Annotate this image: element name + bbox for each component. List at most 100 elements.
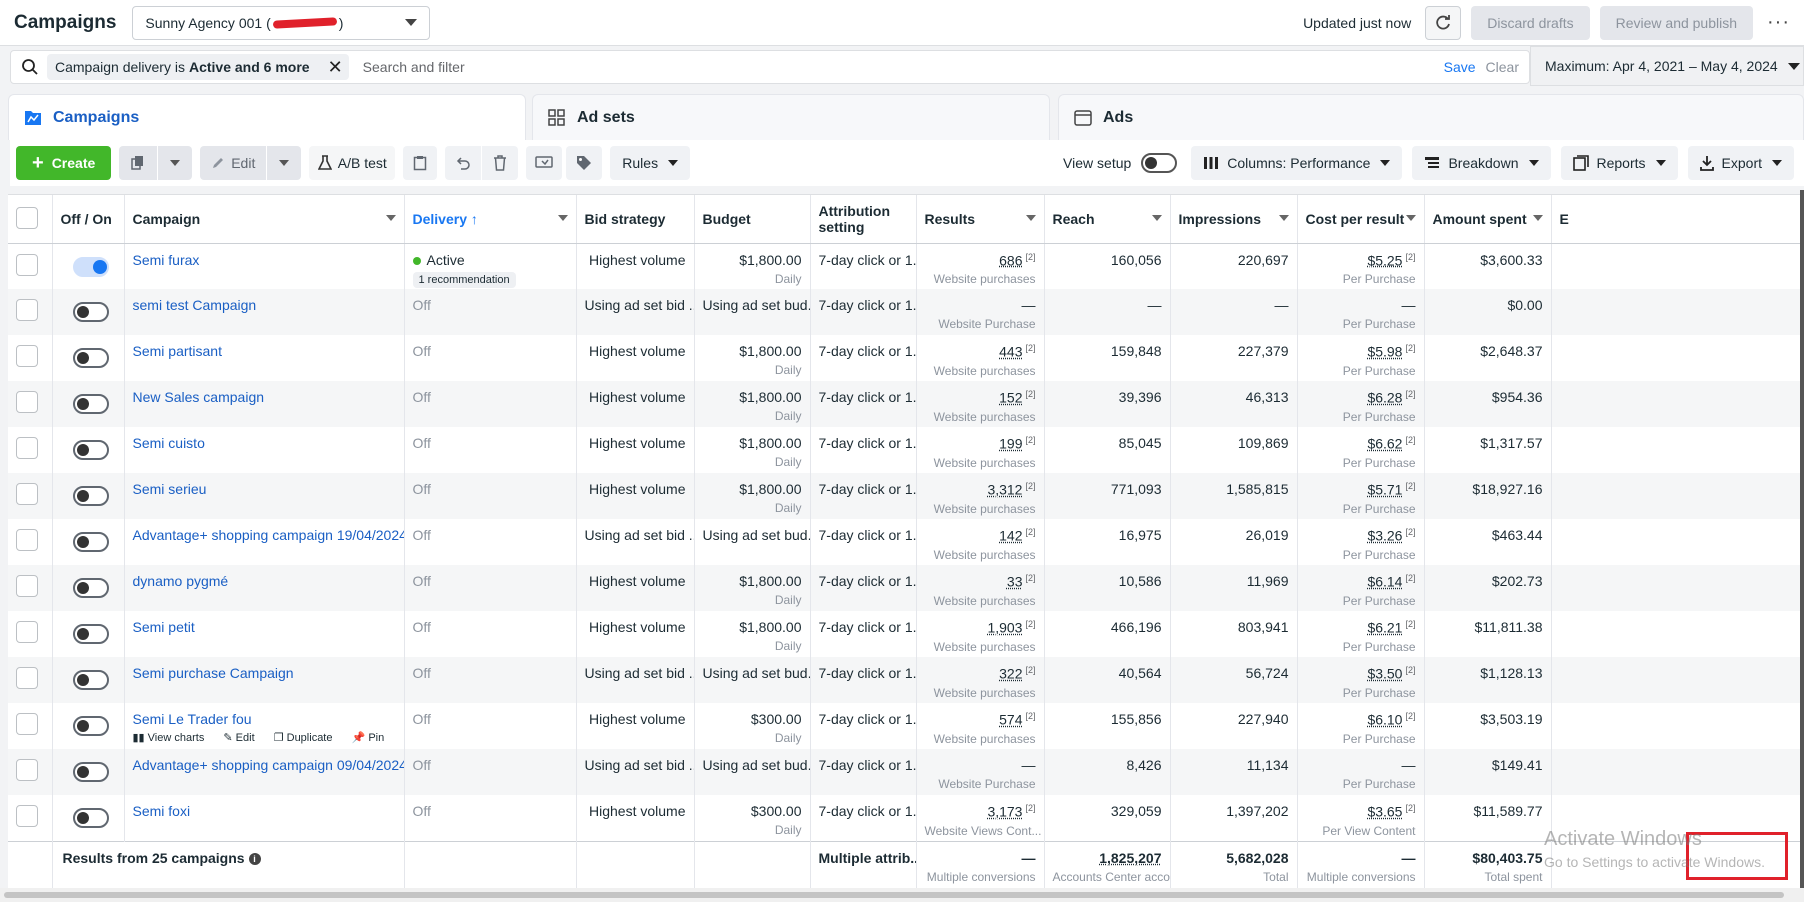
campaign-name-link[interactable]: Semi foxi [133,803,191,819]
duplicate-button[interactable] [119,146,158,180]
campaign-name-link[interactable]: Semi serieu [133,481,207,497]
column-header-cost-per-result[interactable]: Cost per result [1297,195,1425,244]
column-header-amount-spent[interactable]: Amount spent [1424,195,1552,244]
budget-cell[interactable]: $300.00 Daily [694,795,811,841]
search-input[interactable]: Search and filter [363,59,1444,75]
campaign-toggle[interactable] [72,716,109,736]
table-row[interactable]: Semi partisant Off Highest volume $1,800… [8,335,1804,381]
table-row[interactable]: Advantage+ shopping campaign 09/04/2024 … [8,749,1804,795]
row-checkbox[interactable] [16,299,38,321]
edit-button[interactable]: Edit [200,146,267,180]
budget-cell[interactable]: Using ad set bud... [694,519,811,565]
table-row[interactable]: Semi Le Trader fou ▮▮ View charts ✎ Edit… [8,703,1804,749]
delete-button[interactable] [482,146,519,180]
campaign-name-link[interactable]: New Sales campaign [133,389,265,405]
budget-cell[interactable]: $1,800.00 Daily [694,565,811,611]
campaign-toggle[interactable] [72,808,109,828]
budget-cell[interactable]: $1,800.00 Daily [694,427,811,473]
campaign-name-link[interactable]: Semi purchase Campaign [133,665,294,681]
campaign-name-link[interactable]: Advantage+ shopping campaign 19/04/2024 … [133,527,404,543]
review-publish-button[interactable]: Review and publish [1599,5,1754,40]
row-checkbox[interactable] [16,713,38,735]
campaign-toggle[interactable] [72,578,109,598]
pin-action[interactable]: 📌 Pin [352,732,393,744]
refresh-button[interactable] [1425,5,1462,40]
campaign-name-link[interactable]: Semi partisant [133,343,222,359]
ab-test-button[interactable]: A/B test [309,146,396,180]
campaign-name-link[interactable]: dynamo pygmé [133,573,229,589]
column-header-results[interactable]: Results [916,195,1045,244]
budget-cell[interactable]: $1,800.00 Daily [694,611,811,657]
tab-adsets[interactable]: Ad sets [532,94,1050,140]
budget-cell[interactable]: $1,800.00 Daily [694,335,811,381]
campaign-toggle[interactable] [72,348,109,368]
filter-chip[interactable]: Campaign delivery is Active and 6 more ✕ [47,54,349,80]
recommendation-badge[interactable]: 1 recommendation [412,271,516,288]
rules-dropdown[interactable]: Rules [610,146,691,180]
table-row[interactable]: semi test Campaign Off Using ad set bid … [8,289,1804,335]
reports-dropdown[interactable]: Reports [1560,146,1678,180]
row-checkbox[interactable] [16,253,38,276]
horizontal-scrollbar[interactable] [0,888,1804,902]
campaign-toggle[interactable] [72,440,109,460]
edit-action[interactable]: ✎ Edit [223,732,262,744]
column-header-offon[interactable]: Off / On [52,195,125,244]
row-checkbox[interactable] [16,529,38,551]
budget-cell[interactable]: $1,800.00 Daily [694,243,811,289]
column-header-bid-strategy[interactable]: Bid strategy [576,195,695,244]
campaign-toggle[interactable] [72,670,109,690]
duplicate-action[interactable]: ❐ Duplicate [274,732,341,744]
column-header-attribution[interactable]: Attribution setting [810,195,917,244]
column-header-extra[interactable]: E [1551,195,1804,244]
campaign-name-link[interactable]: Semi furax [133,252,200,268]
budget-cell[interactable]: $1,800.00 Daily [694,381,811,427]
campaign-name-link[interactable]: semi test Campaign [133,297,257,313]
campaign-toggle[interactable] [72,624,109,644]
clipboard-button[interactable] [403,146,438,180]
row-checkbox[interactable] [16,345,38,367]
campaign-name-link[interactable]: Semi cuisto [133,435,205,451]
undo-button[interactable] [445,146,482,180]
date-range-picker[interactable]: Maximum: Apr 4, 2021 – May 4, 2024 [1530,46,1804,86]
campaign-name-link[interactable]: Semi Le Trader fou [133,711,252,727]
row-checkbox[interactable] [16,437,38,459]
row-checkbox[interactable] [16,575,38,597]
budget-cell[interactable]: Using ad set bud... [694,289,811,335]
vertical-scrollbar[interactable] [1800,190,1804,890]
create-button[interactable]: + Create [16,146,112,180]
row-checkbox[interactable] [16,483,38,505]
tab-campaigns[interactable]: Campaigns [8,94,526,140]
table-row[interactable]: dynamo pygmé Off Highest volume $1,800.0… [8,565,1804,611]
more-options-button[interactable]: ··· [1767,11,1790,34]
column-header-campaign[interactable]: Campaign [124,195,405,244]
row-checkbox[interactable] [16,805,38,827]
view-setup[interactable]: View setup [1063,153,1178,173]
account-selector[interactable]: Sunny Agency 001 ( ) [132,5,431,40]
campaign-toggle[interactable] [72,532,109,552]
budget-cell[interactable]: Using ad set bud... [694,657,811,703]
close-icon[interactable]: ✕ [328,57,343,78]
budget-cell[interactable]: Using ad set bud... [694,749,811,795]
campaign-name-link[interactable]: Advantage+ shopping campaign 09/04/2024 … [133,757,404,773]
column-header-budget[interactable]: Budget [694,195,811,244]
budget-cell[interactable]: $300.00 Daily [694,703,811,749]
campaign-toggle[interactable] [72,486,109,506]
scrollbar-thumb[interactable] [4,892,1784,898]
campaign-toggle[interactable] [72,762,109,782]
campaign-toggle[interactable] [72,256,109,277]
table-row[interactable]: Semi foxi Off Highest volume $300.00 Dail… [8,795,1804,841]
info-icon[interactable]: i [248,852,261,865]
column-header-reach[interactable]: Reach [1044,195,1171,244]
select-all-checkbox[interactable] [16,207,38,230]
column-header-delivery[interactable]: Delivery ↑ [404,195,577,244]
tag-button[interactable] [566,146,603,180]
duplicate-dropdown-button[interactable] [158,146,193,180]
save-filter-link[interactable]: Save [1444,59,1476,75]
table-row[interactable]: Semi serieu Off Highest volume $1,800.00… [8,473,1804,519]
view-setup-toggle[interactable] [1141,153,1178,173]
table-row[interactable]: Semi purchase Campaign Off Using ad set … [8,657,1804,703]
row-checkbox[interactable] [16,621,38,643]
table-row[interactable]: Semi cuisto Off Highest volume $1,800.00… [8,427,1804,473]
row-checkbox[interactable] [16,667,38,689]
discard-drafts-button[interactable]: Discard drafts [1471,5,1590,40]
